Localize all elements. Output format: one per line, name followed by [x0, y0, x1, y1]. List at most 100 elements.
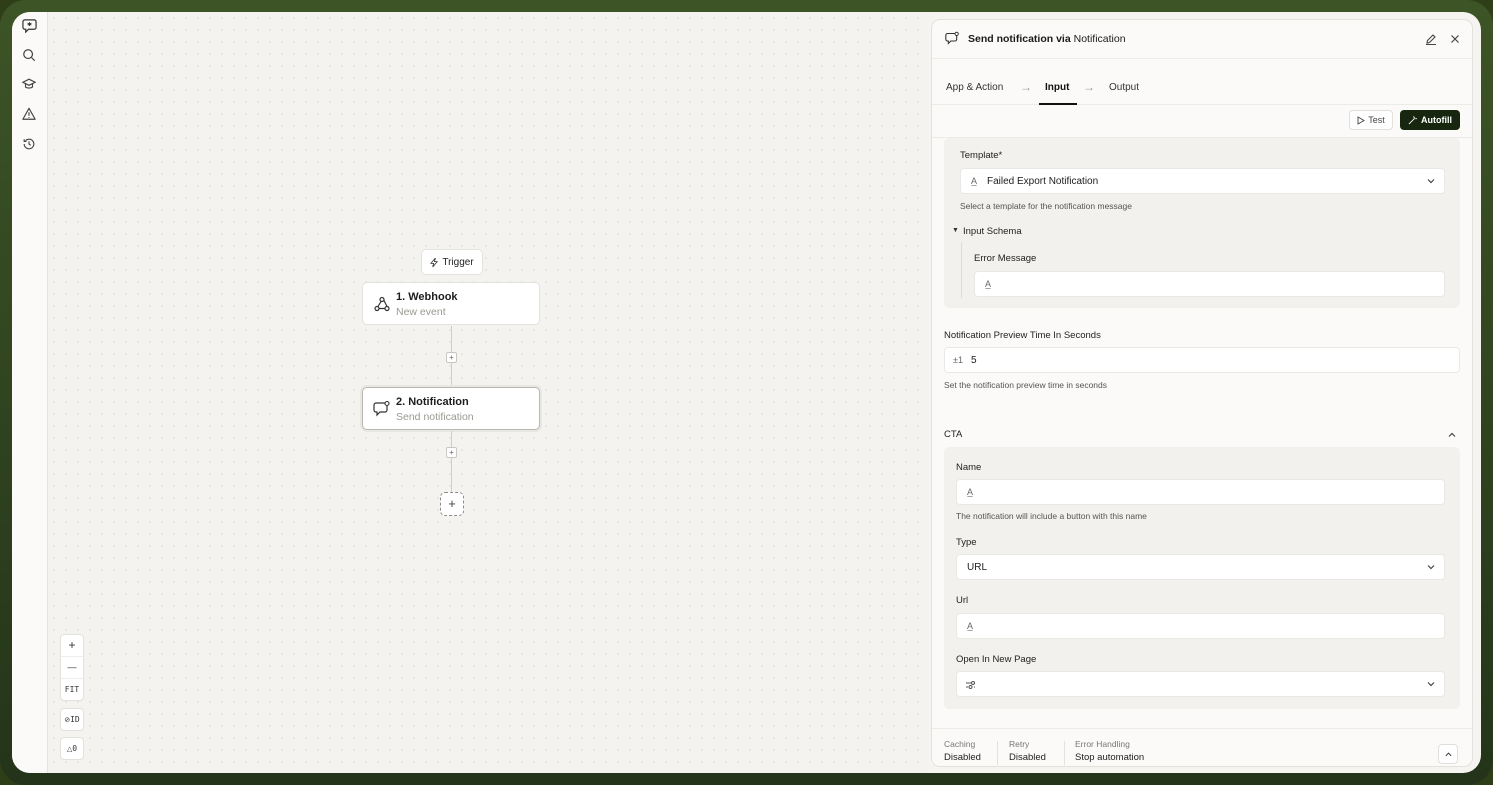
- panel-header: Send notification via Notification: [932, 20, 1472, 59]
- cta-section: Name A̲ The notification will include a …: [944, 447, 1460, 709]
- text-type-icon: A̲: [985, 279, 992, 289]
- zoom-controls: + — FIT: [60, 634, 84, 701]
- tab-app-action[interactable]: App & Action: [946, 82, 1003, 93]
- text-type-icon: A̲: [967, 621, 974, 631]
- zoom-fit-button[interactable]: FIT: [61, 679, 83, 700]
- preview-time-label: Notification Preview Time In Seconds: [944, 330, 1101, 341]
- arrow-right-icon: →: [1020, 80, 1032, 94]
- app-screen: Trigger 1. Webhook New event + 2. Notifi…: [12, 12, 1481, 773]
- notification-icon: [373, 400, 390, 417]
- autofill-label: Autofill: [1421, 115, 1452, 125]
- error-message-input[interactable]: A̲: [974, 271, 1445, 297]
- workflow-node-webhook[interactable]: 1. Webhook New event: [362, 282, 540, 325]
- panel-title: Send notification via Notification: [968, 33, 1126, 45]
- cta-section-label[interactable]: CTA: [944, 429, 962, 440]
- node-subtitle: New event: [396, 306, 446, 318]
- add-step-button[interactable]: +: [446, 447, 457, 458]
- device-frame: Trigger 1. Webhook New event + 2. Notifi…: [0, 0, 1493, 785]
- tree-line: [961, 242, 962, 298]
- logo-icon[interactable]: [21, 17, 37, 33]
- cta-name-input[interactable]: A̲: [956, 479, 1445, 505]
- footer-key: Error Handling: [1075, 739, 1130, 749]
- footer-key: Retry: [1009, 739, 1030, 749]
- magic-wand-icon: [1408, 115, 1417, 124]
- panel-footer: Caching Disabled Retry Disabled Error Ha…: [932, 728, 1472, 766]
- text-type-icon: A̲: [971, 176, 978, 186]
- footer-key: Caching: [944, 739, 976, 749]
- footer-value: Stop automation: [1075, 752, 1145, 763]
- footer-retry[interactable]: Retry Disabled: [1009, 739, 1046, 763]
- template-select[interactable]: A̲ Failed Export Notification: [960, 168, 1445, 194]
- play-icon: [1357, 115, 1366, 125]
- trigger-tag[interactable]: Trigger: [421, 249, 483, 275]
- add-step-button[interactable]: +: [446, 352, 457, 363]
- id-toggle-button[interactable]: ⊘ID: [60, 708, 84, 731]
- lightning-icon: [430, 257, 439, 267]
- autofill-button[interactable]: Autofill: [1400, 110, 1460, 130]
- divider: [997, 741, 998, 765]
- active-tab-indicator: [1039, 103, 1077, 105]
- history-icon[interactable]: [21, 136, 37, 152]
- left-rail: [12, 12, 48, 773]
- preview-time-value: 5: [971, 355, 977, 366]
- footer-error-handling[interactable]: Error Handling Stop automation: [1075, 739, 1144, 763]
- text-type-icon: A̲: [967, 487, 974, 497]
- cta-url-label: Url: [956, 595, 969, 606]
- step-config-panel: Send notification via Notification App &…: [931, 19, 1473, 767]
- close-icon[interactable]: [1450, 34, 1460, 44]
- chevron-down-icon: [1427, 682, 1435, 687]
- toggle-options-icon: [966, 681, 975, 689]
- trigger-label: Trigger: [442, 256, 474, 268]
- connector-line: [451, 431, 452, 493]
- warnings-button[interactable]: △0: [60, 737, 84, 760]
- panel-title-prefix: Send notification via: [968, 33, 1071, 45]
- workflow-canvas[interactable]: Trigger 1. Webhook New event + 2. Notifi…: [48, 12, 928, 773]
- test-label: Test: [1368, 115, 1385, 125]
- caret-down-icon[interactable]: ▼: [952, 227, 959, 234]
- template-label: Template*: [960, 150, 1003, 161]
- chevron-up-icon[interactable]: [1447, 430, 1457, 440]
- search-icon[interactable]: [21, 47, 37, 63]
- node-subtitle: Send notification: [396, 411, 474, 423]
- panel-tabs: App & Action → Input → Output: [932, 59, 1472, 105]
- workflow-node-notification[interactable]: 2. Notification Send notification: [362, 387, 540, 430]
- arrow-right-icon: →: [1083, 80, 1095, 94]
- cta-type-value: URL: [967, 562, 988, 573]
- notification-icon: [945, 31, 959, 45]
- footer-value: Disabled: [1009, 752, 1046, 763]
- cta-type-label: Type: [956, 537, 977, 548]
- courses-icon[interactable]: [21, 76, 37, 92]
- warning-icon[interactable]: [21, 106, 37, 122]
- chevron-down-icon: [1427, 179, 1435, 184]
- zoom-in-button[interactable]: +: [61, 635, 83, 656]
- preview-time-input[interactable]: ±1 5: [944, 347, 1460, 373]
- template-value: Failed Export Notification: [987, 176, 1099, 187]
- tab-output[interactable]: Output: [1109, 82, 1139, 93]
- id-toggle-label: ID: [70, 715, 80, 724]
- node-title: 2. Notification: [396, 396, 469, 408]
- number-type-icon: ±1: [953, 355, 963, 365]
- footer-value: Disabled: [944, 752, 981, 763]
- chevron-down-icon: [1427, 565, 1435, 570]
- edit-icon[interactable]: [1425, 33, 1437, 45]
- cta-name-help: The notification will include a button w…: [956, 511, 1147, 521]
- cta-url-input[interactable]: A̲: [956, 613, 1445, 639]
- input-schema-toggle[interactable]: Input Schema: [963, 226, 1022, 237]
- expand-footer-button[interactable]: [1438, 744, 1458, 764]
- test-button[interactable]: Test: [1349, 110, 1393, 130]
- template-section: Template* A̲ Failed Export Notification …: [944, 138, 1460, 308]
- node-title: 1. Webhook: [396, 291, 458, 303]
- divider: [1064, 741, 1065, 765]
- footer-caching[interactable]: Caching Disabled: [944, 739, 981, 763]
- warnings-count: 0: [72, 744, 78, 753]
- cta-type-select[interactable]: URL: [956, 554, 1445, 580]
- cta-name-label: Name: [956, 462, 982, 473]
- template-help: Select a template for the notification m…: [960, 201, 1132, 211]
- add-node-button[interactable]: +: [440, 492, 464, 516]
- open-new-page-select[interactable]: [956, 671, 1445, 697]
- chevron-up-icon: [1444, 751, 1452, 756]
- tab-input[interactable]: Input: [1045, 82, 1069, 93]
- zoom-out-button[interactable]: —: [61, 656, 83, 679]
- open-new-page-label: Open In New Page: [956, 654, 1037, 665]
- panel-title-app: Notification: [1073, 33, 1126, 45]
